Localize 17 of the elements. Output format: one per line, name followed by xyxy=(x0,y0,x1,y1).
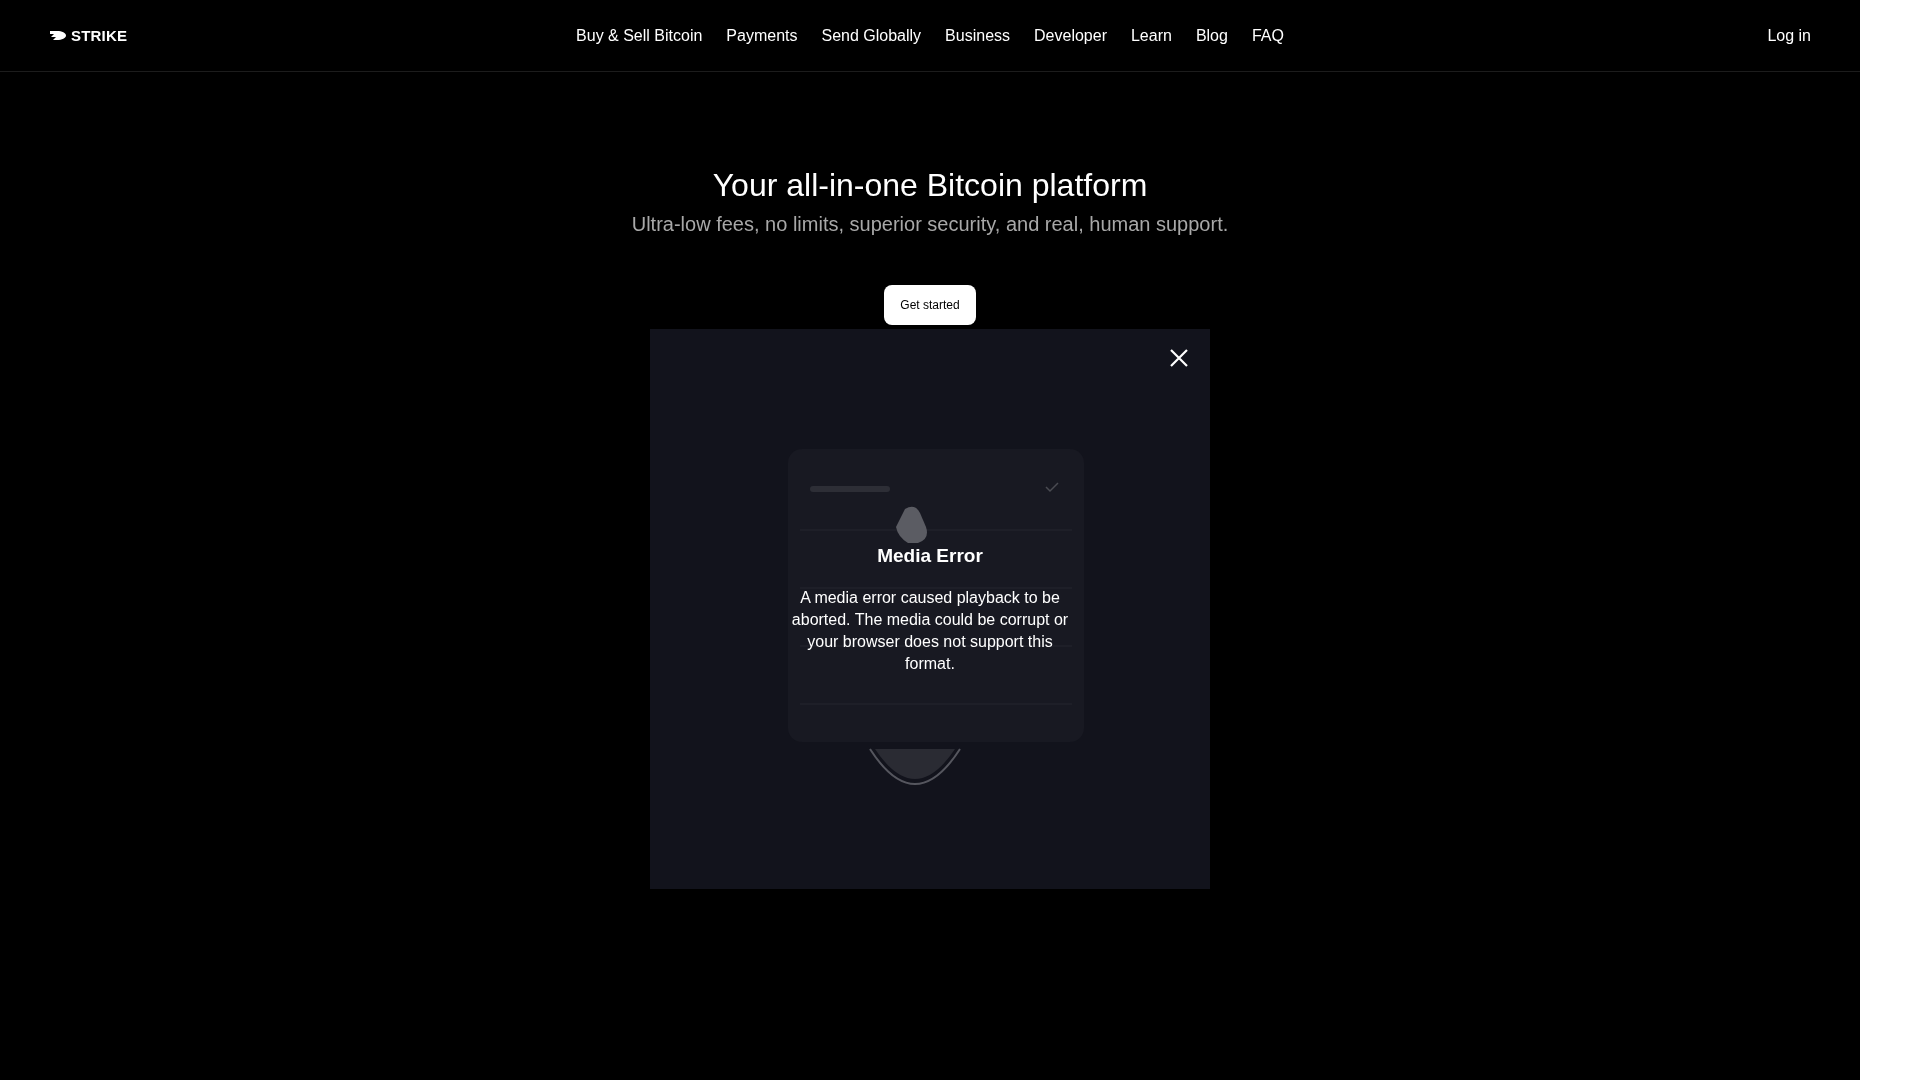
nav-link[interactable]: Buy & Sell Bitcoin xyxy=(576,26,703,45)
nav-link[interactable]: Blog xyxy=(1195,26,1228,45)
hero-subtitle: Ultra-low fees, no limits, superior security, and real, human support. xyxy=(631,213,1229,236)
nav-link[interactable]: Send Globally xyxy=(821,26,922,45)
close-button[interactable] xyxy=(1169,348,1189,368)
hero-title: Your all-in-one Bitcoin platform xyxy=(712,166,1148,205)
nav-link[interactable]: Developer xyxy=(1034,26,1107,45)
error-message: A media error caused playback to be aborted. The media could be corrupt or your browser does not support this format. xyxy=(790,588,1070,674)
nav-link[interactable]: Business xyxy=(945,26,1011,45)
nav-link[interactable]: Payments xyxy=(726,26,798,45)
logo-icon xyxy=(50,30,66,41)
get-started-button[interactable]: Get started xyxy=(884,285,976,325)
nav-link[interactable]: Learn xyxy=(1130,26,1172,45)
logo-link[interactable]: STRIKE xyxy=(50,27,128,44)
login-link[interactable]: Log in xyxy=(1767,26,1811,45)
error-title: Media Error xyxy=(877,545,983,567)
nav-link[interactable]: FAQ xyxy=(1251,26,1284,45)
